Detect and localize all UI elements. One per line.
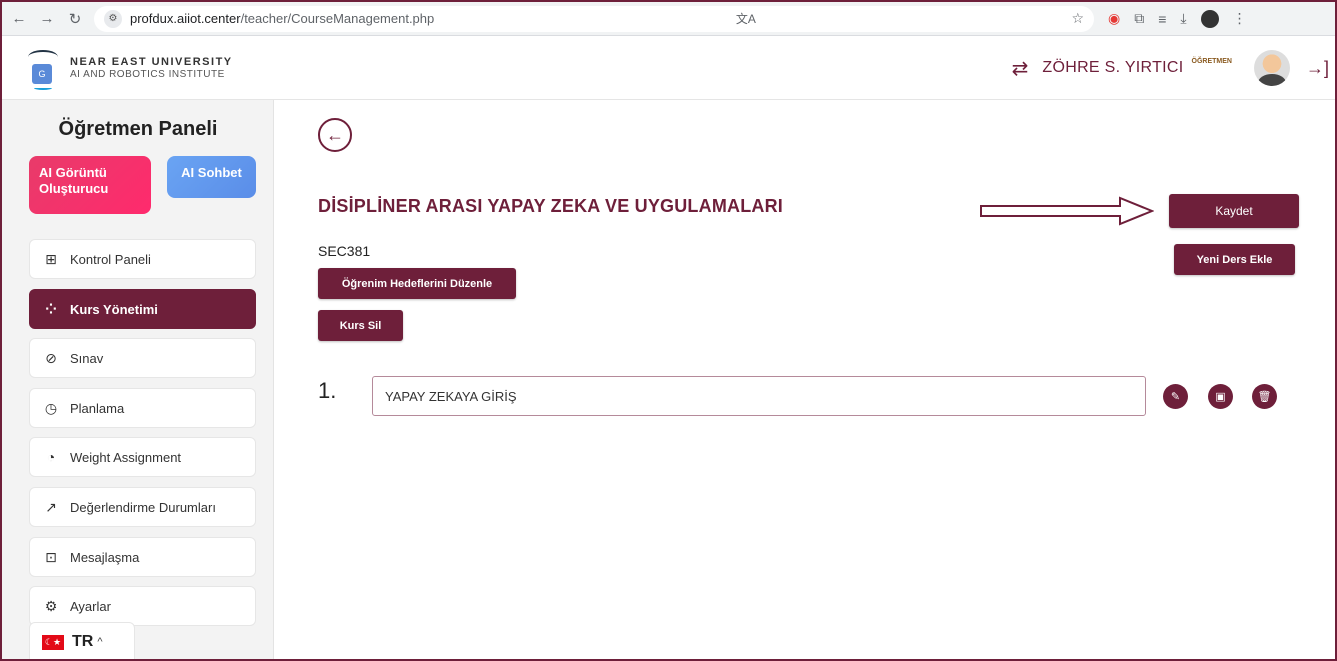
sidebar-item-label: Planlama <box>70 400 125 416</box>
browser-forward-icon[interactable]: → <box>36 8 58 30</box>
video-button[interactable]: ▣ <box>1208 384 1233 409</box>
sidebar-item-settings[interactable]: ⚙ Ayarlar <box>29 586 256 626</box>
arrow-left-icon: ← <box>326 124 344 145</box>
play-box-icon: ▣ <box>1215 391 1226 403</box>
sidebar-item-exam[interactable]: ⊘ Sınav <box>29 338 256 378</box>
reading-list-icon[interactable]: ≡ <box>1158 11 1166 27</box>
grid-icon: ⊞ <box>45 250 57 267</box>
ai-image-generator-button[interactable]: AI Görüntü Oluşturucu <box>29 156 151 214</box>
gear-icon: ⚙ <box>44 597 58 614</box>
sidebar-item-label: Ayarlar <box>70 598 111 614</box>
compass-icon: ⊘ <box>45 349 57 366</box>
browser-toolbar: ← → ↻ ⚙ profdux.aiiot.center/teacher/Cou… <box>2 2 1335 36</box>
trend-chart-icon: ↗ <box>45 498 57 515</box>
edit-learning-goals-button[interactable]: Öğrenim Hedeflerini Düzenle <box>318 268 516 299</box>
pie-chart-icon: ◔ <box>46 449 56 465</box>
apps-add-icon: ⁘ <box>45 300 57 317</box>
turkey-flag-icon: ☾★ <box>42 634 64 650</box>
download-icon[interactable]: ⤓ <box>1180 10 1186 27</box>
annotation-arrow-icon <box>980 196 1154 226</box>
logout-icon[interactable]: →] <box>1306 58 1329 79</box>
clock-icon: ◷ <box>44 399 58 416</box>
sidebar-item-label: Kurs Yönetimi <box>70 301 158 317</box>
sidebar-item-label: Değerlendirme Durumları <box>70 499 216 515</box>
sidebar-item-planning[interactable]: ◷ Planlama <box>29 388 256 428</box>
add-lesson-button[interactable]: Yeni Ders Ekle <box>1174 244 1295 275</box>
logo-line2: AI AND ROBOTICS INSTITUTE <box>70 69 225 80</box>
delete-lesson-button[interactable]: 🗑 <box>1252 384 1277 409</box>
lesson-title-input[interactable]: YAPAY ZEKAYA GİRİŞ <box>372 376 1146 416</box>
profile-avatar-icon[interactable] <box>1200 9 1219 28</box>
paperclip-icon: ✎ <box>1170 391 1181 403</box>
trash-icon: 🗑 <box>1257 391 1272 403</box>
app-header: G NEAR EAST UNIVERSITY AI AND ROBOTICS I… <box>2 36 1335 100</box>
url-path: /teacher/CourseManagement.php <box>240 11 435 26</box>
university-logo-text: NEAR EAST UNIVERSITY AI AND ROBOTICS INS… <box>70 56 233 80</box>
sidebar-item-label: Sınav <box>70 350 104 366</box>
language-selector[interactable]: ☾★ TR ^ <box>29 622 135 659</box>
switch-role-icon[interactable]: ⇄ <box>1012 56 1029 81</box>
sidebar-item-label: Mesajlaşma <box>70 549 140 565</box>
save-button[interactable]: Kaydet <box>1169 194 1299 228</box>
logo-line1: NEAR EAST UNIVERSITY <box>70 56 233 68</box>
course-title: DİSİPLİNER ARASI YAPAY ZEKA VE UYGULAMAL… <box>318 196 784 216</box>
browser-back-icon[interactable]: ← <box>8 8 30 30</box>
bookmark-star-icon[interactable]: ☆ <box>1071 10 1084 27</box>
sidebar-item-messaging[interactable]: ⊡ Mesajlaşma <box>29 537 256 577</box>
user-role-badge: ÖĞRETMEN <box>1191 57 1232 65</box>
sidebar-item-dashboard[interactable]: ⊞ Kontrol Paneli <box>29 239 256 279</box>
sidebar-item-label: Weight Assignment <box>70 449 182 465</box>
attachment-button[interactable]: ✎ <box>1163 384 1188 409</box>
delete-course-button[interactable]: Kurs Sil <box>318 310 403 341</box>
back-button[interactable]: ← <box>318 118 352 152</box>
chevron-up-icon: ^ <box>97 636 103 648</box>
address-bar[interactable]: ⚙ profdux.aiiot.center/teacher/CourseMan… <box>94 5 1094 32</box>
sidebar-item-evaluation-status[interactable]: ↗ Değerlendirme Durumları <box>29 487 256 527</box>
browser-menu-icon[interactable]: ⋮ <box>1233 10 1247 27</box>
sidebar: Öğretmen Paneli AI Görüntü Oluşturucu AI… <box>2 100 274 659</box>
app-frame: ← → ↻ ⚙ profdux.aiiot.center/teacher/Cou… <box>0 0 1337 661</box>
sidebar-item-course-management[interactable]: ⁘ Kurs Yönetimi <box>29 289 256 329</box>
translate-icon[interactable]: 文A <box>736 10 756 27</box>
language-code: TR <box>72 633 94 650</box>
lesson-number: 1. <box>318 378 337 403</box>
course-code: SEC381 <box>318 243 371 259</box>
browser-reload-icon[interactable]: ↻ <box>64 8 86 30</box>
main-content: ← DİSİPLİNER ARASI YAPAY ZEKA VE UYGULAM… <box>274 100 1335 659</box>
sidebar-item-weight-assignment[interactable]: ◔ Weight Assignment <box>29 437 256 477</box>
avatar[interactable] <box>1253 50 1290 86</box>
extensions-puzzle-icon[interactable]: ⧉ <box>1134 10 1144 27</box>
ai-chat-button[interactable]: AI Sohbet <box>167 156 256 198</box>
university-logo-icon[interactable]: G <box>26 44 62 92</box>
sidebar-item-label: Kontrol Paneli <box>70 251 151 267</box>
message-box-icon: ⊡ <box>45 548 57 565</box>
sidebar-title: Öğretmen Paneli <box>58 118 218 140</box>
extension-record-icon[interactable]: ◉ <box>1108 10 1120 27</box>
url-host: profdux.aiiot.center <box>130 11 241 26</box>
site-settings-icon[interactable]: ⚙ <box>104 9 122 28</box>
user-name: ZÖHRE S. YIRTICI <box>1042 59 1184 76</box>
